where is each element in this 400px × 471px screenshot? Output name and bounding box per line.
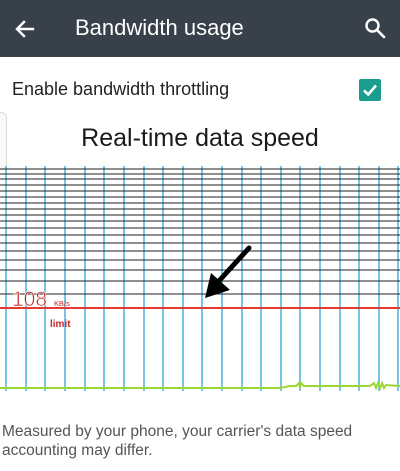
search-button[interactable] xyxy=(356,9,394,47)
search-icon xyxy=(365,18,386,39)
app-bar: Bandwidth usage xyxy=(0,0,400,57)
measurement-disclaimer: Measured by your phone, your carrier's d… xyxy=(2,423,353,459)
limit-label: limit xyxy=(50,319,71,330)
throttling-label: Enable bandwidth throttling xyxy=(12,79,230,99)
throttling-setting-row[interactable]: Enable bandwidth throttling xyxy=(0,66,400,114)
back-button[interactable] xyxy=(6,10,44,48)
chart-title: Real-time data speed xyxy=(81,124,319,152)
throttling-checkbox[interactable] xyxy=(359,79,381,101)
limit-value: 108 xyxy=(12,288,47,311)
limit-unit: KB/s xyxy=(54,299,70,308)
arrow-left-icon xyxy=(15,20,35,38)
checkmark-icon xyxy=(363,84,377,97)
chart-grid-vertical xyxy=(5,166,399,391)
page-title: Bandwidth usage xyxy=(75,15,244,40)
speed-chart: 108 KB/s limit xyxy=(0,166,400,391)
